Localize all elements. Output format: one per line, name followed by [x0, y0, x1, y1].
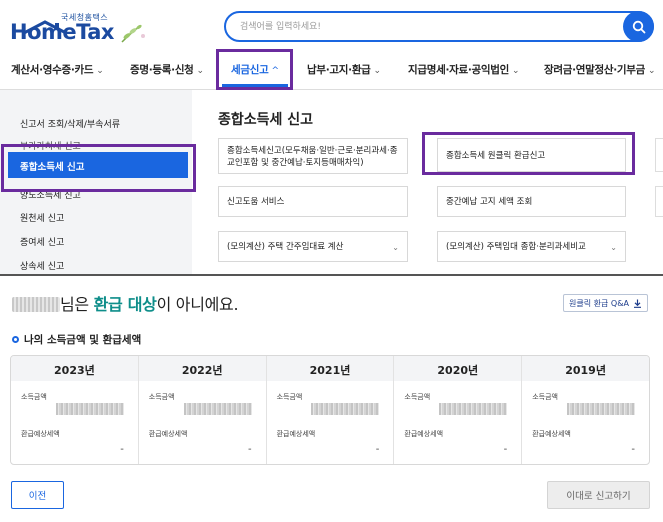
card-deemed-rent-calc[interactable]: (모의계산) 주택 간주임대료 계산 ⌄	[218, 231, 408, 262]
income-label: 소득금액	[404, 393, 431, 401]
year-header: 2023년	[11, 356, 138, 381]
refund-label: 환급예상세액	[276, 430, 316, 438]
plant-icon	[121, 24, 145, 43]
card-income-tax-filing[interactable]: 종합소득세신고(모두채움·일반·근로·분리과세·종교인포함 및 중간예납·토지등…	[218, 138, 408, 174]
year-column: 2021년 소득금액 환급예상세액 -	[266, 356, 395, 464]
panel-title: 종합소득세 신고	[218, 112, 314, 128]
year-header: 2021년	[266, 356, 394, 381]
year-header: 2020년	[394, 356, 522, 381]
chevron-down-icon: ⌄	[511, 66, 520, 76]
refund-label: 환급예상세액	[21, 430, 60, 438]
screenshot-divider	[0, 274, 663, 276]
redacted-income	[55, 403, 124, 415]
search-icon	[632, 20, 645, 33]
redacted-name	[12, 297, 60, 312]
header: 국세청홈택스 HomeTax	[0, 0, 663, 48]
refund-label: 환급예상세액	[532, 430, 571, 438]
chevron-down-icon: ⌄	[196, 66, 205, 76]
income-label: 소득금액	[276, 393, 303, 401]
result-title: 님은 환급 대상이 아니에요.	[12, 291, 239, 315]
redacted-income	[566, 403, 635, 415]
nav-item-statements[interactable]: 지급명세·자료·공익법인 ⌄	[408, 62, 520, 77]
section-title: 나의 소득금액 및 환급세액	[12, 332, 141, 347]
refund-value: -	[120, 444, 124, 455]
card-filing-help[interactable]: 신고도움 서비스	[218, 186, 408, 217]
refund-value: -	[503, 444, 508, 455]
refund-label: 환급예상세액	[404, 430, 444, 438]
search-bar	[224, 11, 654, 42]
chevron-down-icon: ⌄	[373, 66, 382, 76]
file-as-is-button[interactable]: 이대로 신고하기	[547, 481, 650, 509]
bullet-circle-icon	[12, 336, 19, 343]
card-partial[interactable]	[655, 138, 663, 172]
income-label: 소득금액	[21, 393, 47, 401]
redacted-income	[311, 403, 380, 415]
chevron-down-icon: ⌄	[392, 243, 399, 252]
year-column: 2022년 소득금액 환급예상세액 -	[138, 356, 267, 464]
year-header: 2019년	[522, 356, 649, 381]
annotation-highlight-side	[1, 144, 196, 192]
side-item-inheritance-tax[interactable]: 상속세 신고	[20, 259, 64, 272]
logo-title: HomeTax	[10, 20, 114, 44]
chevron-down-icon: ⌄	[610, 243, 617, 252]
redacted-income	[439, 403, 508, 415]
chevron-down-icon: ⌄	[96, 66, 104, 76]
refund-qa-button[interactable]: 원클릭 환급 Q&A	[563, 294, 648, 312]
nav-item-certificates[interactable]: 증명·등록·신청 ⌄	[130, 62, 204, 77]
refund-value: -	[247, 444, 252, 455]
income-label: 소득금액	[148, 393, 175, 401]
refund-value: -	[631, 444, 635, 455]
nav-item-invoices[interactable]: 계산서·영수증·카드 ⌄	[11, 62, 104, 77]
annotation-highlight-nav	[216, 49, 293, 90]
year-column: 2020년 소득금액 환급예상세액 -	[394, 356, 523, 464]
side-item-gift-tax[interactable]: 증여세 신고	[20, 235, 64, 248]
year-header: 2022년	[138, 356, 266, 381]
previous-button[interactable]: 이전	[11, 481, 64, 509]
top-navigation: 계산서·영수증·카드 ⌄ 증명·등록·신청 ⌄ 세금신고 ^ 납부·고지·환급 ⌄ 지급…	[0, 48, 663, 90]
year-column: 2019년 소득금액 환급예상세액 -	[522, 356, 649, 464]
income-label: 소득금액	[532, 393, 558, 401]
income-refund-table: 2023년 소득금액 환급예상세액 - 2022년 소득금액 환급예상세액 - …	[10, 355, 650, 465]
refund-label: 환급예상세액	[148, 430, 188, 438]
search-button[interactable]	[623, 11, 654, 42]
refund-value: -	[375, 444, 380, 455]
card-rental-tax-compare[interactable]: (모의계산) 주택임대 종합·분리과세비교 ⌄	[437, 231, 626, 262]
search-input[interactable]	[240, 19, 620, 35]
side-item-filing-history[interactable]: 신고서 조회/삭제/부속서류	[20, 117, 120, 130]
card-interim-tax-inquiry[interactable]: 중간예납 고지 세액 조회	[437, 186, 626, 217]
chevron-down-icon: ⌄	[647, 66, 656, 76]
side-item-withholding[interactable]: 원천세 신고	[20, 211, 64, 224]
redacted-income	[183, 403, 252, 415]
card-partial[interactable]	[655, 186, 663, 217]
download-icon	[633, 299, 641, 308]
nav-item-incentives[interactable]: 장려금·연말정산·기부금 ⌄	[544, 62, 656, 77]
annotation-highlight-card	[422, 132, 635, 175]
year-column: 2023년 소득금액 환급예상세액 -	[11, 356, 139, 464]
nav-item-payment[interactable]: 납부·고지·환급 ⌄	[307, 62, 381, 77]
